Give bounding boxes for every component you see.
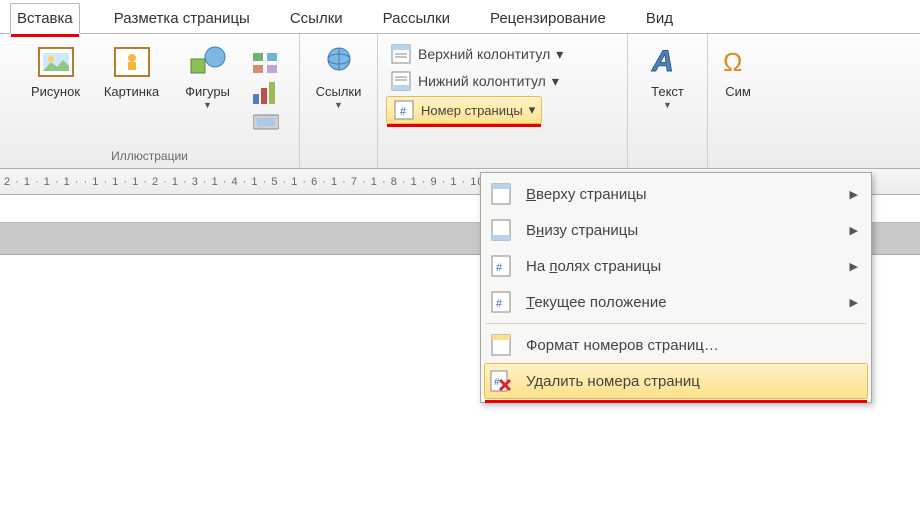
header-button[interactable]: Верхний колонтитул ▾ — [386, 42, 567, 66]
tab-references[interactable]: Ссылки — [284, 4, 349, 33]
chevron-down-icon: ▾ — [556, 46, 563, 63]
svg-text:#: # — [400, 106, 407, 118]
tab-view[interactable]: Вид — [640, 4, 679, 33]
group-text: A Текст ▼ — [628, 34, 708, 168]
links-button[interactable]: Ссылки ▼ — [304, 40, 374, 112]
tab-review[interactable]: Рецензирование — [484, 4, 612, 33]
group-illustrations: Рисунок Картинка Фигуры ▼ — [0, 34, 300, 168]
group-symbols: Ω Сим — [708, 34, 768, 168]
footer-button[interactable]: Нижний колонтитул ▾ — [386, 69, 563, 93]
chevron-down-icon: ▼ — [663, 100, 672, 110]
svg-text:A: A — [651, 45, 674, 78]
picture-icon — [36, 42, 76, 82]
svg-text:#: # — [496, 262, 503, 274]
menu-top-of-page[interactable]: Вверху страницы ▶ — [484, 176, 868, 212]
page-bottom-icon — [490, 219, 512, 241]
page-number-icon: # — [393, 99, 415, 121]
ribbon-tabs: Вставка Разметка страницы Ссылки Рассылк… — [0, 0, 920, 34]
header-icon — [390, 43, 412, 65]
clipart-icon — [112, 42, 152, 82]
menu-separator — [486, 323, 866, 324]
svg-text:#: # — [494, 377, 500, 388]
clipart-label: Картинка — [104, 84, 159, 99]
chevron-down-icon: ▾ — [529, 102, 536, 118]
menu-remove-page-numbers[interactable]: # Удалить номера страниц — [484, 363, 868, 399]
chevron-down-icon: ▾ — [552, 73, 559, 90]
clipart-button[interactable]: Картинка — [97, 40, 167, 101]
shapes-icon — [188, 42, 228, 82]
shapes-button[interactable]: Фигуры ▼ — [173, 40, 243, 112]
page-number-label: Номер страницы — [421, 103, 523, 118]
footer-icon — [390, 70, 412, 92]
current-position-icon: # — [490, 291, 512, 313]
footer-label: Нижний колонтитул — [418, 73, 546, 89]
picture-label: Рисунок — [31, 84, 80, 99]
ribbon: Рисунок Картинка Фигуры ▼ — [0, 34, 920, 169]
chart-icon[interactable] — [253, 82, 279, 107]
symbol-label: Сим — [725, 84, 751, 99]
wordart-icon: A — [648, 42, 688, 82]
text-label: Текст — [651, 84, 684, 99]
submenu-arrow-icon: ▶ — [850, 296, 858, 309]
group-illustrations-label: Иллюстрации — [8, 147, 291, 166]
menu-format-page-numbers[interactable]: Формат номеров страниц… — [484, 327, 868, 363]
svg-text:Ω: Ω — [723, 47, 742, 77]
smartart-icon[interactable] — [253, 53, 279, 78]
picture-button[interactable]: Рисунок — [21, 40, 91, 101]
tab-insert[interactable]: Вставка — [10, 3, 80, 34]
menu-current-position[interactable]: # Текущее положение ▶ — [484, 284, 868, 320]
submenu-arrow-icon: ▶ — [850, 188, 858, 201]
page-top-icon — [490, 183, 512, 205]
menu-format-label: Формат номеров страниц… — [526, 337, 719, 354]
screenshot-icon[interactable] — [253, 111, 279, 134]
page-margin-icon: # — [490, 255, 512, 277]
hyperlink-icon — [319, 42, 359, 82]
page-number-menu: Вверху страницы ▶ Внизу страницы ▶ # На … — [480, 172, 872, 403]
submenu-arrow-icon: ▶ — [850, 224, 858, 237]
omega-icon: Ω — [718, 42, 758, 82]
tab-page-layout[interactable]: Разметка страницы — [108, 4, 256, 33]
submenu-arrow-icon: ▶ — [850, 260, 858, 273]
text-button[interactable]: A Текст ▼ — [633, 40, 703, 112]
links-label: Ссылки — [316, 84, 362, 99]
format-icon — [490, 334, 512, 356]
remove-icon: # — [490, 370, 512, 392]
menu-bottom-of-page[interactable]: Внизу страницы ▶ — [484, 212, 868, 248]
group-links: Ссылки ▼ — [300, 34, 378, 168]
svg-text:#: # — [496, 298, 503, 310]
group-header-footer: Верхний колонтитул ▾ Нижний колонтитул ▾… — [378, 34, 628, 168]
header-label: Верхний колонтитул — [418, 46, 550, 62]
menu-page-margins[interactable]: # На полях страницы ▶ — [484, 248, 868, 284]
tab-mailings[interactable]: Рассылки — [377, 4, 456, 33]
chevron-down-icon: ▼ — [203, 100, 212, 110]
symbol-button[interactable]: Ω Сим — [712, 40, 764, 101]
page-number-button[interactable]: # Номер страницы ▾ — [386, 96, 542, 124]
shapes-label: Фигуры — [185, 84, 230, 99]
chevron-down-icon: ▼ — [334, 100, 343, 110]
menu-remove-label: Удалить номера страниц — [526, 373, 700, 390]
